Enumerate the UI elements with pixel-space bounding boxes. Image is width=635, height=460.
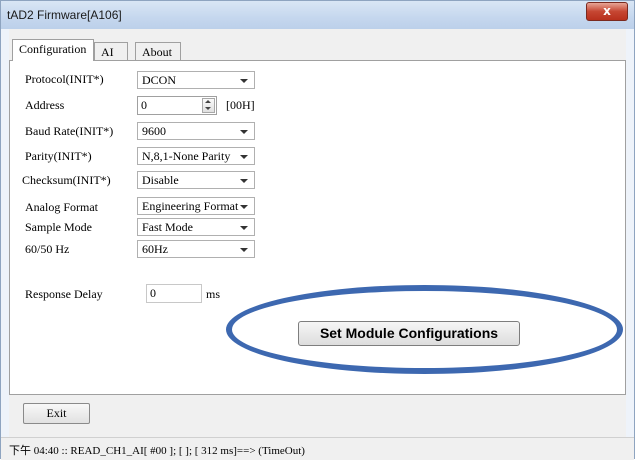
response-delay-label: Response Delay xyxy=(25,287,103,301)
close-button[interactable]: x xyxy=(586,2,628,21)
frequency-select[interactable]: 60Hz xyxy=(137,240,255,258)
response-delay-unit: ms xyxy=(206,287,221,301)
status-text: 下午 04:40 :: READ_CH1_AI[ #00 ]; [ ]; [ 3… xyxy=(9,445,305,457)
spin-down-icon[interactable] xyxy=(205,107,211,110)
tab-configuration[interactable]: Configuration xyxy=(12,39,94,61)
response-delay-input[interactable]: 0 xyxy=(146,284,202,303)
analog-format-value: Engineering Format xyxy=(142,199,239,213)
chevron-down-icon xyxy=(240,179,248,183)
chevron-down-icon xyxy=(240,130,248,134)
checksum-label: Checksum(INIT*) xyxy=(22,173,111,187)
exit-button[interactable]: Exit xyxy=(23,403,90,424)
parity-select[interactable]: N,8,1-None Parity xyxy=(137,147,255,165)
baud-rate-label: Baud Rate(INIT*) xyxy=(25,124,114,138)
tab-ai[interactable]: AI xyxy=(94,42,128,60)
client-area: Configuration AI About Protocol(INIT*) D… xyxy=(9,29,626,437)
tab-strip: Configuration AI About xyxy=(9,39,626,61)
parity-label: Parity(INIT*) xyxy=(25,149,92,163)
chevron-down-icon xyxy=(240,226,248,230)
checksum-select[interactable]: Disable xyxy=(137,171,255,189)
parity-value: N,8,1-None Parity xyxy=(142,149,231,163)
frequency-value: 60Hz xyxy=(142,242,168,256)
set-module-configurations-button[interactable]: Set Module Configurations xyxy=(298,321,520,346)
chevron-down-icon xyxy=(240,248,248,252)
sample-mode-label: Sample Mode xyxy=(25,220,92,234)
address-unit: [00H] xyxy=(226,98,255,112)
window-title: tAD2 Firmware[A106] xyxy=(7,8,122,22)
chevron-down-icon xyxy=(240,205,248,209)
tab-about[interactable]: About xyxy=(135,42,181,60)
frequency-label: 60/50 Hz xyxy=(25,242,70,256)
app-window: tAD2 Firmware[A106] x Configuration AI A… xyxy=(0,0,635,460)
spin-up-icon[interactable] xyxy=(205,100,211,103)
analog-format-select[interactable]: Engineering Format xyxy=(137,197,255,215)
chevron-down-icon xyxy=(240,79,248,83)
tab-about-label: About xyxy=(142,45,172,59)
checksum-value: Disable xyxy=(142,173,179,187)
address-spinner[interactable] xyxy=(202,98,215,113)
tab-configuration-label: Configuration xyxy=(19,42,87,56)
close-icon: x xyxy=(603,4,611,18)
tab-ai-label: AI xyxy=(101,45,114,59)
protocol-label: Protocol(INIT*) xyxy=(25,72,104,86)
baud-rate-select[interactable]: 9600 xyxy=(137,122,255,140)
address-label: Address xyxy=(25,98,65,112)
status-bar: 下午 04:40 :: READ_CH1_AI[ #00 ]; [ ]; [ 3… xyxy=(1,437,634,460)
protocol-select[interactable]: DCON xyxy=(137,71,255,89)
address-input[interactable]: 0 xyxy=(137,96,217,115)
chevron-down-icon xyxy=(240,155,248,159)
analog-format-label: Analog Format xyxy=(25,200,98,214)
protocol-value: DCON xyxy=(142,73,177,87)
response-delay-value: 0 xyxy=(150,286,156,300)
title-bar[interactable]: tAD2 Firmware[A106] x xyxy=(1,1,634,29)
baud-rate-value: 9600 xyxy=(142,124,166,138)
sample-mode-select[interactable]: Fast Mode xyxy=(137,218,255,236)
sample-mode-value: Fast Mode xyxy=(142,220,193,234)
address-value: 0 xyxy=(141,98,147,112)
